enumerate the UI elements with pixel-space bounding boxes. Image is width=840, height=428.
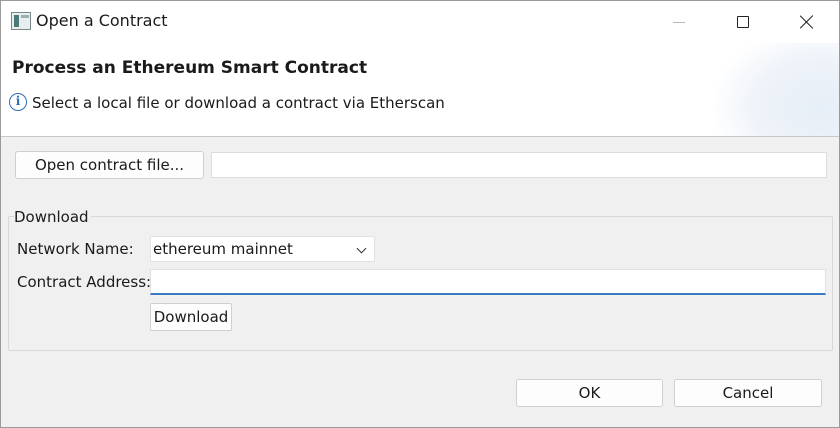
open-contract-dialog: Open a Contract Process an Ethereum Smar… bbox=[0, 0, 840, 428]
contract-address-input[interactable] bbox=[150, 269, 826, 295]
minimize-icon bbox=[673, 21, 685, 23]
maximize-button[interactable] bbox=[711, 1, 775, 43]
close-button[interactable] bbox=[775, 1, 839, 43]
download-group-label: Download bbox=[14, 208, 91, 226]
maximize-icon bbox=[737, 16, 749, 28]
network-select-value: ethereum mainnet bbox=[153, 240, 293, 258]
contract-address-label: Contract Address: bbox=[17, 273, 152, 291]
download-button[interactable]: Download bbox=[150, 303, 232, 331]
network-name-label: Network Name: bbox=[17, 240, 134, 258]
banner-decoration bbox=[709, 43, 839, 136]
header-divider bbox=[1, 136, 839, 137]
close-icon bbox=[800, 15, 814, 29]
chevron-down-icon bbox=[356, 243, 367, 254]
title-bar[interactable]: Open a Contract bbox=[1, 1, 839, 43]
network-select[interactable]: ethereum mainnet bbox=[150, 236, 375, 262]
window-title: Open a Contract bbox=[36, 11, 168, 30]
ok-button[interactable]: OK bbox=[516, 379, 663, 407]
header-banner: Process an Ethereum Smart Contract i Sel… bbox=[1, 43, 839, 136]
contract-file-path-field[interactable] bbox=[211, 152, 827, 178]
info-message: Select a local file or download a contra… bbox=[32, 94, 445, 112]
open-contract-file-button[interactable]: Open contract file... bbox=[15, 151, 204, 179]
info-icon: i bbox=[9, 93, 27, 111]
minimize-button[interactable] bbox=[647, 1, 711, 43]
cancel-button[interactable]: Cancel bbox=[674, 379, 822, 407]
app-icon bbox=[11, 12, 31, 30]
dialog-heading: Process an Ethereum Smart Contract bbox=[12, 58, 368, 78]
